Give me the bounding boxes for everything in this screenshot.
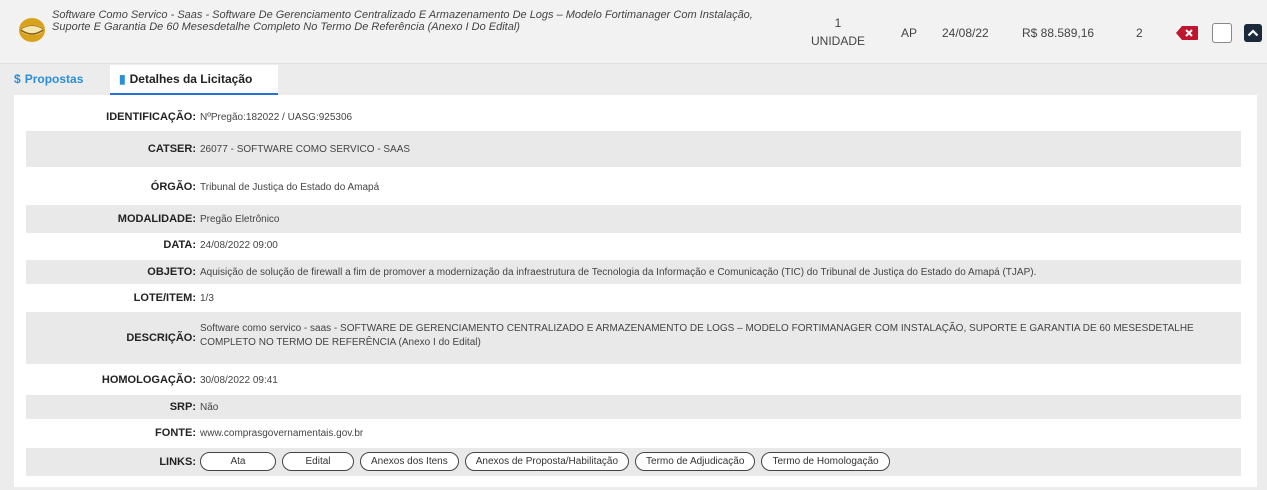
item-uf: AP <box>901 26 918 40</box>
link-anexos-proposta[interactable]: Anexos de Proposta/Habilitação <box>464 452 630 471</box>
data-value: 24/08/2022 09:00 <box>200 240 278 251</box>
row-data: DATA: 24/08/2022 09:00 <box>26 233 1241 257</box>
orgao-label: ÓRGÃO: <box>150 181 196 193</box>
modalidade-label: MODALIDADE: <box>117 213 196 225</box>
item-quantity: 1 UNIDADE <box>808 16 868 48</box>
chevron-up-icon[interactable] <box>1244 24 1262 42</box>
quantity-unit: UNIDADE <box>810 34 865 48</box>
modalidade-value: Pregão Eletrônico <box>200 214 280 225</box>
catser-label: CATSER: <box>147 143 196 155</box>
row-fonte: FONTE: www.comprasgovernamentais.gov.br <box>26 421 1241 445</box>
row-identificacao: IDENTIFICAÇÃO: NºPregão:182022 / UASG:92… <box>26 105 1241 129</box>
row-objeto: OBJETO: Aquisição de solução de firewall… <box>26 260 1241 284</box>
tab-propostas[interactable]: $ Propostas <box>14 65 104 95</box>
row-modalidade: MODALIDADE: Pregão Eletrônico <box>26 205 1241 233</box>
brazil-coat-of-arms-icon <box>19 18 45 42</box>
row-lote: LOTE/ITEM: 1/3 <box>26 286 1241 310</box>
identificacao-value: NºPregão:182022 / UASG:925306 <box>200 112 353 123</box>
tab-propostas-label: Propostas <box>24 72 84 86</box>
catser-value: 26077 - SOFTWARE COMO SERVICO - SAAS <box>200 144 411 155</box>
remove-icon[interactable] <box>1175 25 1199 41</box>
homologacao-value: 30/08/2022 09:41 <box>200 375 278 386</box>
data-label: DATA: <box>163 239 196 251</box>
row-descricao: DESCRIÇÃO: Software como servico - saas … <box>26 312 1241 364</box>
document-icon: ▮ <box>119 72 126 86</box>
row-orgao: ÓRGÃO: Tribunal de Justiça do Estado do … <box>26 168 1241 204</box>
srp-label: SRP: <box>169 401 196 413</box>
objeto-value: Aquisição de solução de firewall a fim d… <box>200 267 1037 278</box>
link-termo-adjudicacao[interactable]: Termo de Adjudicação <box>635 452 756 471</box>
quantity-number: 1 <box>834 16 842 30</box>
dollar-icon: $ <box>14 72 21 86</box>
homologacao-label: HOMOLOGAÇÃO: <box>101 374 196 386</box>
link-anexos-itens[interactable]: Anexos dos Itens <box>360 452 459 471</box>
item-count: 2 <box>1136 26 1143 40</box>
row-srp: SRP: Não <box>26 395 1241 419</box>
fonte-value: www.comprasgovernamentais.gov.br <box>200 428 364 439</box>
descricao-label: DESCRIÇÃO: <box>126 332 196 344</box>
tab-detalhes[interactable]: ▮ Detalhes da Licitação <box>110 65 278 95</box>
links-list: Ata Edital Anexos dos Itens Anexos de Propo… <box>200 452 1231 471</box>
item-title: Software Como Servico - Saas - Software … <box>52 9 753 33</box>
link-termo-homologacao[interactable]: Termo de Homologação <box>761 452 890 471</box>
tab-detalhes-label: Detalhes da Licitação <box>129 72 253 86</box>
objeto-label: OBJETO: <box>147 266 196 278</box>
orgao-value: Tribunal de Justiça do Estado do Amapá <box>200 182 380 193</box>
lote-label: LOTE/ITEM: <box>133 292 196 304</box>
link-ata[interactable]: Ata <box>200 452 276 471</box>
row-homologacao: HOMOLOGAÇÃO: 30/08/2022 09:41 <box>26 368 1241 392</box>
srp-value: Não <box>200 402 219 413</box>
row-links: LINKS: Ata Edital Anexos dos Itens Anexos d… <box>26 448 1241 476</box>
item-date: 24/08/22 <box>942 26 989 40</box>
item-header: Software Como Servico - Saas - Software … <box>0 0 1267 64</box>
row-catser: CATSER: 26077 - SOFTWARE COMO SERVICO - … <box>26 131 1241 167</box>
link-edital[interactable]: Edital <box>282 452 354 471</box>
lote-value: 1/3 <box>200 293 214 304</box>
links-label: LINKS: <box>159 456 196 468</box>
descricao-value: Software como servico - saas - SOFTWARE … <box>200 323 1194 348</box>
details-panel: IDENTIFICAÇÃO: NºPregão:182022 / UASG:92… <box>14 95 1257 487</box>
fonte-label: FONTE: <box>155 427 196 439</box>
identificacao-label: IDENTIFICAÇÃO: <box>106 111 196 123</box>
item-value: R$ 88.589,16 <box>1022 26 1095 40</box>
select-checkbox[interactable] <box>1212 23 1232 43</box>
